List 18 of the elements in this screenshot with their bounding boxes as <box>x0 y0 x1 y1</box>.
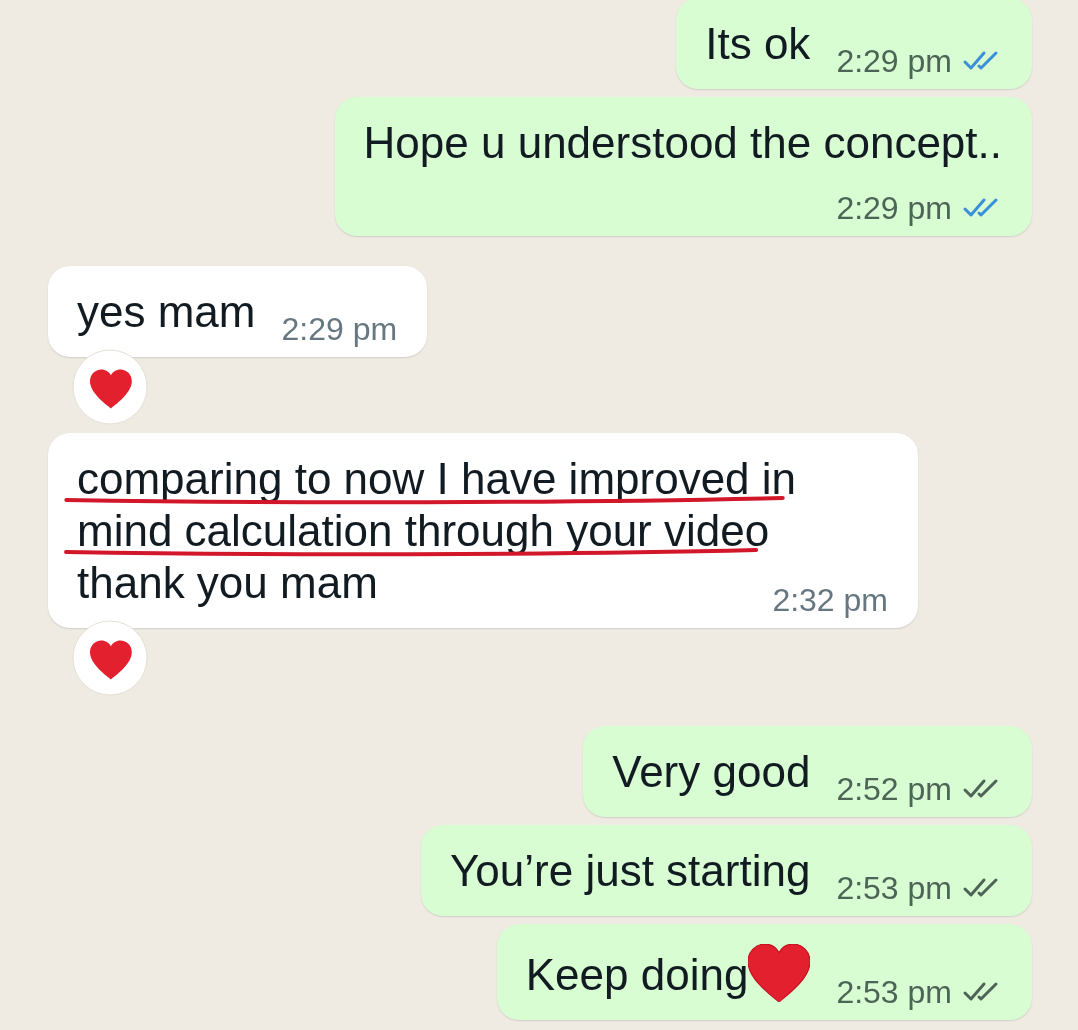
message-text: Hope u understood the concept.. <box>363 117 1002 169</box>
message-time: 2:29 pm <box>836 190 952 226</box>
message-time: 2:29 pm <box>836 43 952 79</box>
message-time: 2:53 pm <box>836 974 952 1010</box>
message-text: Very good <box>612 746 811 798</box>
message-text: Its ok <box>705 18 811 70</box>
heart-reaction-icon[interactable] <box>72 620 148 696</box>
message-text: mind calculation through your video <box>77 505 770 557</box>
message-time: 2:29 pm <box>281 311 398 347</box>
message-time: 2:32 pm <box>772 582 888 618</box>
message-text: yes mam <box>77 286 256 338</box>
message-time: 2:53 pm <box>836 870 952 906</box>
message-text: thank you mam <box>77 557 378 609</box>
heart-reaction-icon[interactable] <box>72 349 148 425</box>
message-time: 2:52 pm <box>836 771 952 807</box>
message-text: You’re just starting <box>450 845 811 897</box>
message-text: Keep doing <box>525 949 749 1001</box>
message-text: comparing to now I have improved in <box>77 453 797 505</box>
